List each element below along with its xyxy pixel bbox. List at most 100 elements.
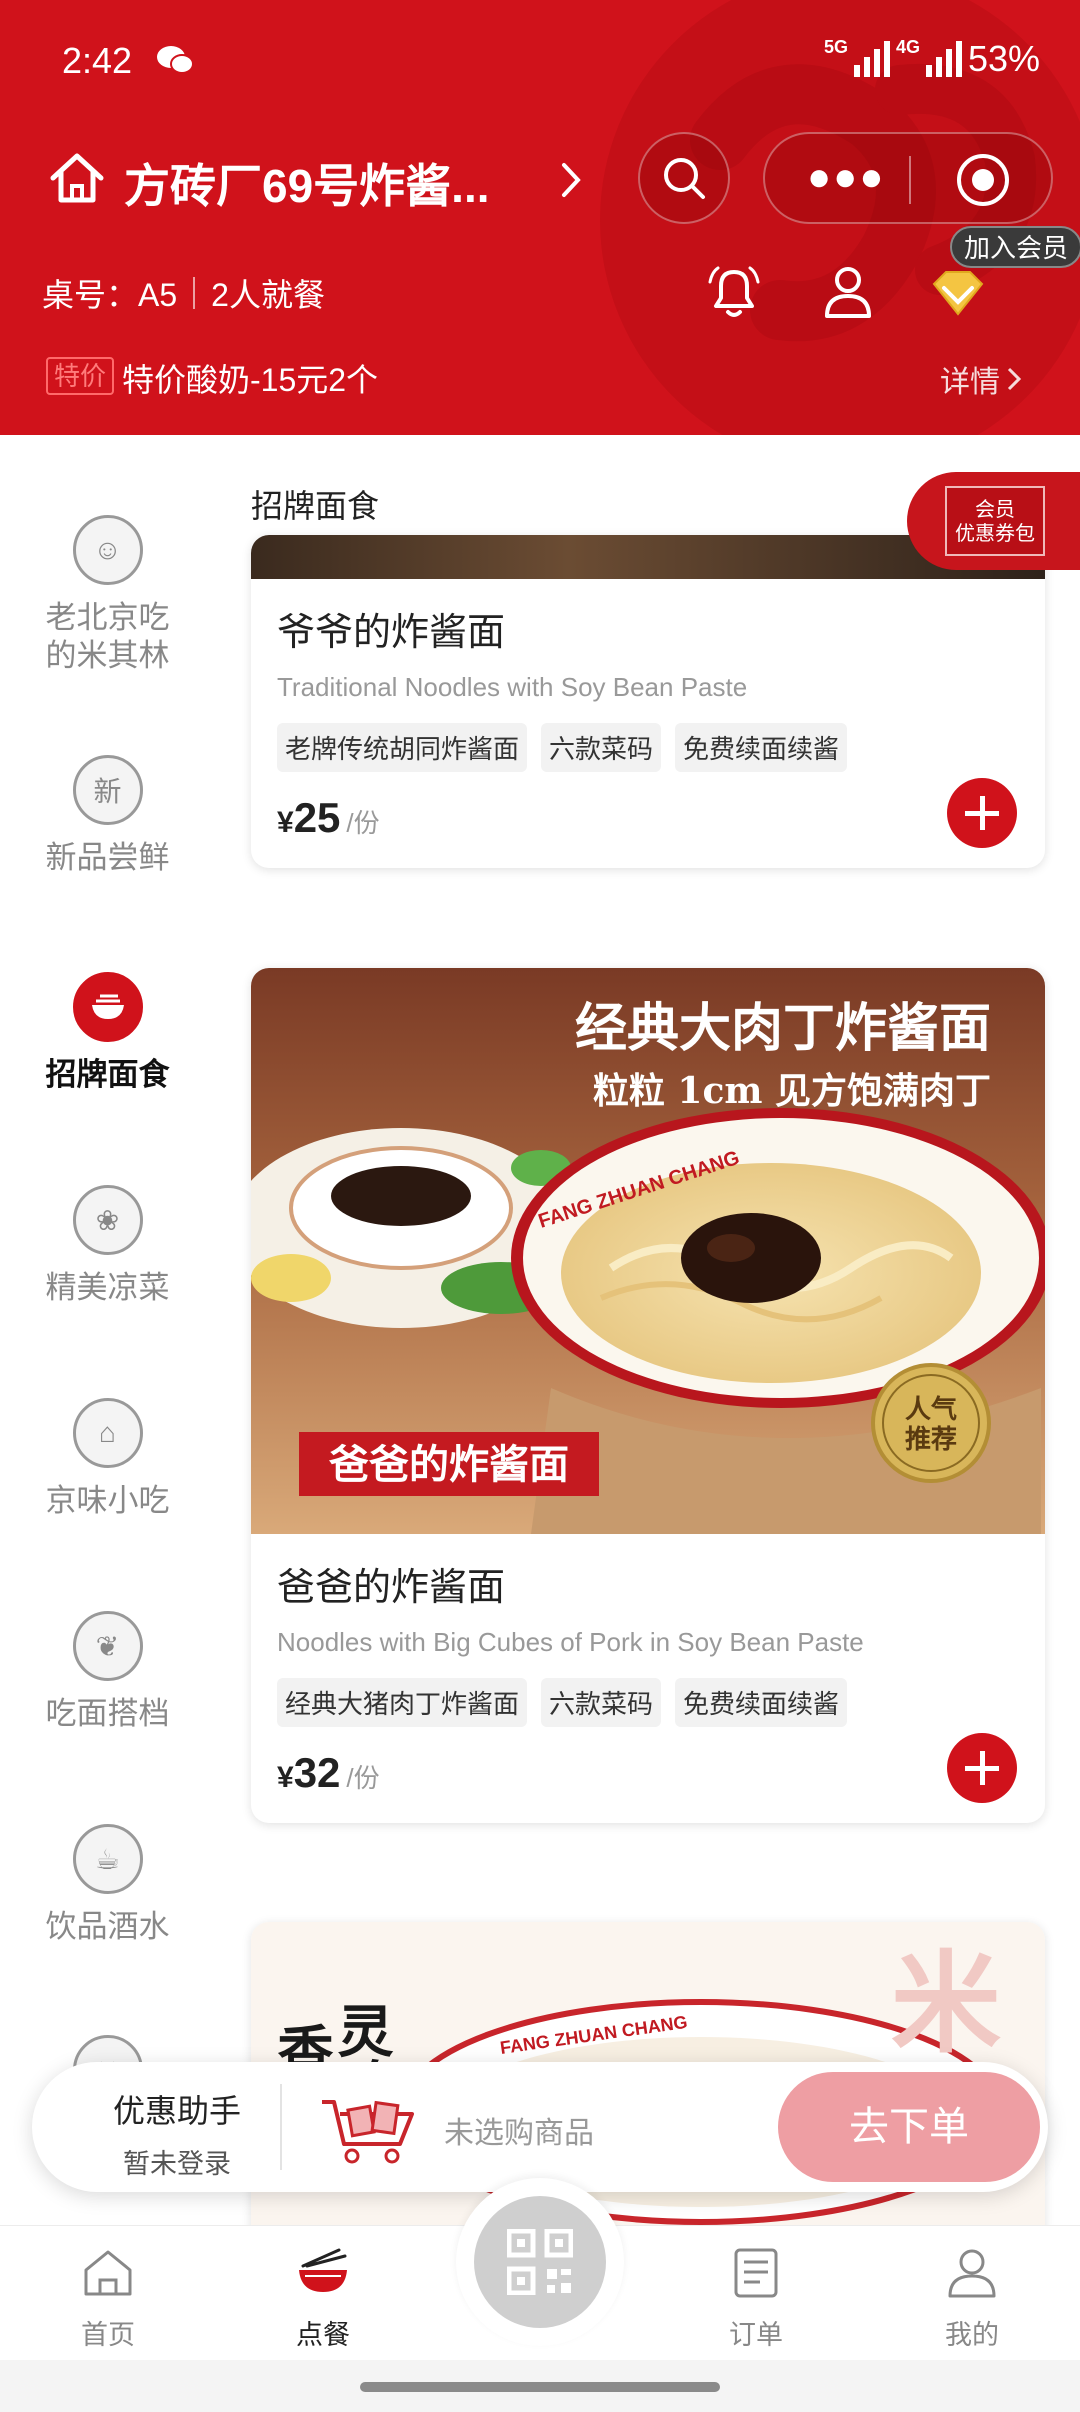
dish-card-dad[interactable]: FANG ZHUAN CHANG 人气 推荐 经典大肉丁炸酱面 粒粒 1cm 见… — [251, 968, 1045, 1823]
search-icon — [664, 158, 705, 199]
close-miniapp-icon[interactable] — [955, 152, 1011, 208]
table-info-row: 桌号：A5 2人就餐 — [0, 262, 1080, 322]
sidebar-item-label: 吃面搭档 — [45, 1696, 170, 1731]
table-number: 桌号：A5 — [42, 277, 178, 313]
join-member-tooltip[interactable]: 加入会员 — [950, 226, 1080, 268]
tab-order-food[interactable]: 点餐 — [253, 2244, 393, 2352]
sidebar-item-label: 老北京吃的米其林 — [45, 600, 170, 673]
status-time: 2:42 — [62, 40, 133, 81]
dish-tag: 经典大猪肉丁炸酱面 — [277, 1678, 528, 1727]
status-indicators: 5G 4G 53% — [824, 37, 1040, 80]
dish-image: FANG ZHUAN CHANG 人气 推荐 经典大肉丁炸酱面 粒粒 1cm 见… — [251, 968, 1045, 1534]
shopping-cart-icon[interactable] — [318, 2092, 422, 2168]
diner-count[interactable]: 2人就餐 — [211, 270, 325, 316]
table-info: 桌号：A5 2人就餐 — [42, 270, 325, 316]
coupon-label: 会员 优惠券包 — [945, 486, 1045, 556]
scan-button-wrap — [456, 2178, 624, 2346]
tab-profile[interactable]: 我的 — [902, 2244, 1042, 2352]
miniapp-capsule: ●●● — [763, 132, 1053, 224]
discount-helper-title: 优惠助手 — [112, 2093, 241, 2129]
order-list-icon — [734, 2248, 778, 2298]
checkout-button[interactable]: 去下单 — [778, 2072, 1040, 2182]
dish-info: 爷爷的炸酱面 Traditional Noodles with Soy Bean… — [251, 579, 1045, 868]
wechat-icon — [157, 46, 194, 74]
tab-home[interactable]: 首页 — [38, 2244, 178, 2352]
tab-label: 订单 — [729, 2320, 783, 2350]
chevron-right-icon[interactable] — [556, 160, 586, 200]
price-unit: /份 — [346, 1763, 380, 1793]
badge-line-1: 人气 — [905, 1394, 957, 1425]
dish-name: 爸爸的炸酱面 — [277, 1567, 506, 1609]
battery-level: 53% — [967, 38, 1040, 79]
dish-tag: 免费续面续酱 — [675, 723, 848, 772]
sidebar-item-cold-dishes[interactable]: ❀ 精美凉菜 — [0, 1185, 215, 1307]
coupon-line-1: 会员 — [975, 499, 1015, 521]
status-bar: 2:42 5G 4G 53% — [0, 0, 1080, 110]
promo-text: 特价酸奶-15元2个 — [122, 362, 379, 398]
user-icon[interactable] — [820, 262, 876, 322]
new-badge-icon: 新 — [72, 755, 143, 825]
badge-line-2: 推荐 — [905, 1425, 957, 1455]
cup-icon: ☕ — [72, 1824, 143, 1894]
dish-name: 爷爷的炸酱面 — [277, 612, 506, 654]
menu-list[interactable]: 招牌面食 爷爷的炸酱面 Traditional Noodles with Soy… — [215, 435, 1080, 2225]
add-to-cart-button[interactable] — [947, 1733, 1017, 1803]
table-info-divider — [193, 277, 196, 309]
dish-tags: 老牌传统胡同炸酱面 六款菜码 免费续面续酱 — [277, 723, 1019, 772]
cart-bar: 优惠助手 暂未登录 未选购商品 去下单 — [32, 2062, 1048, 2192]
promo-detail-label: 详情 — [940, 366, 1000, 399]
sidebar-item-new[interactable]: 新 新品尝鲜 — [0, 755, 215, 877]
home-icon[interactable] — [48, 150, 106, 206]
image-dish-label: 爸爸的炸酱面 — [328, 1441, 569, 1488]
section-title: 招牌面食 — [251, 488, 380, 524]
dish-info: 爸爸的炸酱面 Noodles with Big Cubes of Pork in… — [251, 1534, 1045, 1823]
sidebar-item-sides[interactable]: ❦ 吃面搭档 — [0, 1611, 215, 1733]
nav-row: 方砖厂69号炸酱... ●●● — [0, 130, 1080, 230]
qr-code-icon — [507, 2229, 573, 2295]
cart-divider — [280, 2084, 282, 2170]
sidebar-item-snacks[interactable]: ⌂ 京味小吃 — [0, 1398, 215, 1520]
category-sidebar: ☺ 老北京吃的米其林 新 新品尝鲜 招牌面食 ❀ 精美凉菜 ⌂ 京味小吃 ❦ 吃… — [0, 435, 215, 2225]
more-options-button[interactable]: ●●● — [807, 157, 885, 197]
dish-english-name: Traditional Noodles with Soy Bean Paste — [277, 672, 748, 702]
price-value: 32 — [293, 1749, 341, 1796]
sidebar-item-drinks[interactable]: ☕ 饮品酒水 — [0, 1824, 215, 1946]
dish-tag: 六款菜码 — [541, 723, 662, 772]
promo-row: 特价 特价酸奶-15元2个 详情 — [0, 345, 1080, 405]
price-unit: /份 — [346, 808, 380, 838]
noodle-bowl-icon — [72, 972, 143, 1042]
store-header: 2:42 5G 4G 53% 方砖厂69号炸酱... ●●● 桌号：A5 2人就… — [0, 0, 1080, 435]
signal-5g-icon: 5G — [824, 37, 890, 77]
promo-tag: 特价 — [46, 357, 115, 395]
tab-orders[interactable]: 订单 — [686, 2244, 826, 2352]
member-coupon-badge[interactable]: 会员 优惠券包 — [907, 472, 1080, 570]
dish-card-grandpa[interactable]: 爷爷的炸酱面 Traditional Noodles with Soy Bean… — [251, 535, 1045, 868]
sidebar-item-label: 新品尝鲜 — [45, 840, 170, 875]
home-indicator[interactable] — [360, 2382, 720, 2392]
dish-english-name: Noodles with Big Cubes of Pork in Soy Be… — [277, 1627, 864, 1657]
sidebar-item-label: 京味小吃 — [45, 1483, 170, 1518]
store-name[interactable]: 方砖厂69号炸酱... — [124, 150, 490, 216]
sidebar-item-michelin[interactable]: ☺ 老北京吃的米其林 — [0, 515, 215, 675]
vip-diamond-icon[interactable] — [930, 268, 986, 318]
system-nav-area — [0, 2360, 1080, 2412]
discount-helper[interactable]: 优惠助手 暂未登录 — [82, 2086, 272, 2181]
price-currency: ¥ — [277, 806, 294, 839]
temple-icon: ⌂ — [72, 1398, 143, 1468]
sidebar-item-signature-noodles[interactable]: 招牌面食 — [0, 972, 215, 1094]
coupon-line-2: 优惠券包 — [955, 523, 1035, 545]
cart-empty-text: 未选购商品 — [444, 2117, 594, 2150]
add-to-cart-button[interactable] — [947, 778, 1017, 848]
sidebar-item-label: 精美凉菜 — [45, 1270, 170, 1305]
price-value: 25 — [293, 794, 341, 841]
sidebar-item-label: 招牌面食 — [45, 1057, 170, 1092]
promo-detail-link[interactable]: 详情 — [940, 357, 1022, 401]
scan-qr-button[interactable] — [474, 2196, 606, 2328]
image-headline: 经典大肉丁炸酱面 — [575, 998, 991, 1059]
search-button[interactable] — [638, 132, 730, 224]
noodle-order-icon — [299, 2248, 347, 2292]
tab-label: 点餐 — [296, 2320, 350, 2350]
dish-tag: 六款菜码 — [541, 1678, 662, 1727]
home-icon — [84, 2250, 132, 2296]
bell-icon[interactable] — [706, 262, 762, 322]
